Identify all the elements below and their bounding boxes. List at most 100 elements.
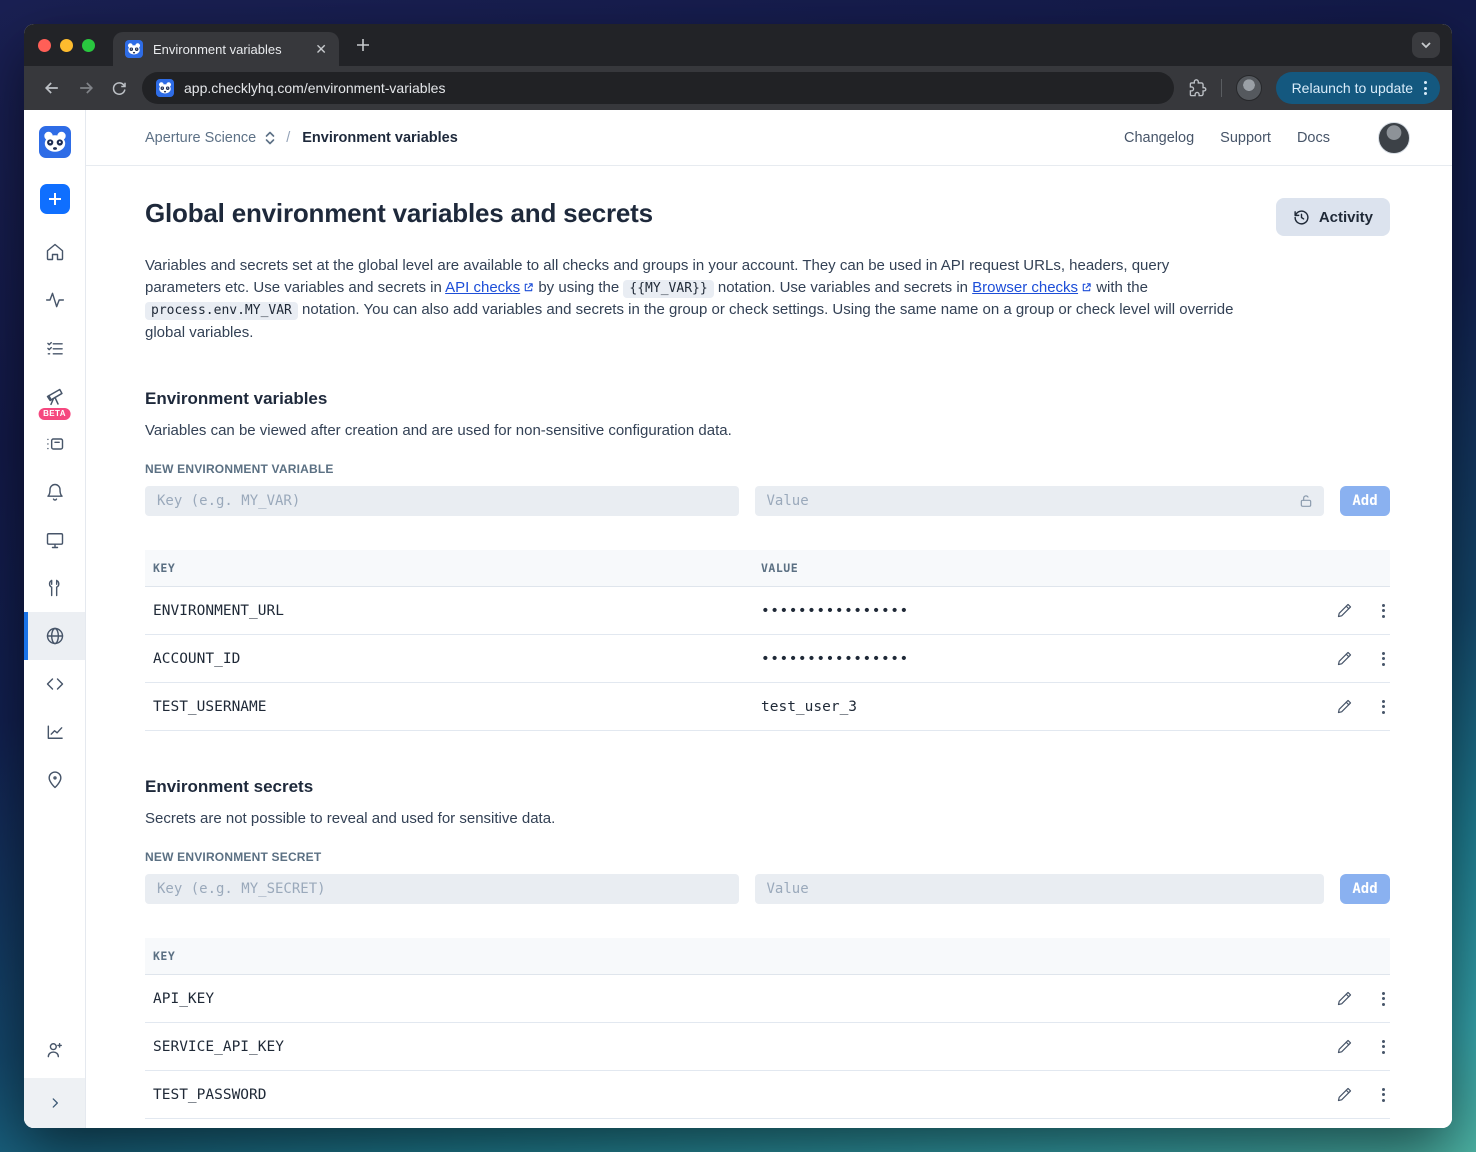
secret-menu-button[interactable] [1377, 1086, 1390, 1104]
pulse-icon [45, 292, 64, 308]
sidebar-item-dashboards[interactable] [24, 516, 85, 564]
variable-key-input[interactable] [145, 486, 739, 516]
create-new-button[interactable] [39, 184, 70, 214]
variables-col-value: VALUE [753, 550, 1300, 587]
invite-user-button[interactable] [24, 1022, 85, 1078]
new-secret-label: NEW ENVIRONMENT SECRET [145, 850, 322, 864]
support-link[interactable]: Support [1220, 130, 1271, 146]
sidebar-item-snippets[interactable] [24, 660, 85, 708]
add-variable-button[interactable]: Add [1340, 486, 1390, 516]
tab-close-icon[interactable]: ✕ [315, 42, 327, 56]
chart-icon [47, 725, 63, 739]
variables-table: KEY VALUE ENVIRONMENT_URL ••••••••••••••… [145, 550, 1390, 731]
browser-profile-avatar[interactable] [1235, 75, 1262, 101]
pencil-icon [1337, 1087, 1352, 1102]
add-secret-button[interactable]: Add [1340, 874, 1390, 904]
account-switcher[interactable]: Aperture Science [145, 130, 256, 146]
sidebar-item-checks[interactable] [24, 324, 85, 372]
secret-menu-button[interactable] [1377, 1038, 1390, 1056]
variable-menu-button[interactable] [1377, 650, 1390, 668]
kebab-icon [1379, 699, 1388, 714]
tab-strip: Environment variables ✕ [24, 24, 1452, 66]
pencil-icon [1337, 699, 1352, 714]
kebab-icon [1379, 991, 1388, 1006]
close-window-button[interactable] [38, 38, 51, 52]
activity-label: Activity [1318, 208, 1373, 226]
secret-menu-button[interactable] [1377, 990, 1390, 1008]
url-text: app.checklyhq.com/environment-variables [184, 80, 446, 96]
secrets-table: KEY API_KEY SERVICE_API_KEY TEST_PASSWOR… [145, 938, 1390, 1119]
sidebar-item-home[interactable] [24, 228, 85, 276]
edit-variable-button[interactable] [1334, 648, 1355, 669]
new-variable-label: NEW ENVIRONMENT VARIABLE [145, 462, 334, 476]
browser-checks-link[interactable]: Browser checks [972, 279, 1078, 296]
secret-value-input[interactable] [754, 874, 1324, 904]
home-icon [46, 243, 63, 261]
checkly-logo[interactable] [39, 126, 71, 158]
activity-button[interactable]: Activity [1275, 198, 1390, 236]
api-checks-link[interactable]: API checks [445, 279, 520, 296]
edit-secret-button[interactable] [1334, 1036, 1355, 1057]
browser-tab[interactable]: Environment variables ✕ [113, 32, 339, 66]
back-button[interactable] [42, 78, 62, 98]
code-my-var: {{MY_VAR}} [623, 279, 714, 298]
table-row: TEST_USERNAME test_user_3 [145, 682, 1390, 731]
map-pin-icon [47, 771, 62, 789]
list-box-icon [46, 438, 63, 450]
pencil-icon [1337, 651, 1352, 666]
intro-paragraph: Variables and secrets set at the global … [145, 257, 1234, 341]
sidebar-item-private-locations[interactable] [24, 756, 85, 804]
traffic-lights[interactable] [38, 38, 95, 52]
lock-open-icon[interactable] [1298, 493, 1314, 509]
variables-col-key: KEY [145, 550, 753, 587]
external-link-icon [523, 282, 534, 293]
edit-secret-button[interactable] [1334, 1084, 1355, 1105]
sidebar-item-monitoring[interactable] [24, 276, 85, 324]
checkly-favicon [125, 40, 143, 58]
docs-link[interactable]: Docs [1297, 130, 1330, 146]
reload-button[interactable] [110, 79, 128, 97]
variable-value-masked: •••••••••••••••• [753, 634, 1300, 683]
new-tab-button[interactable] [355, 37, 371, 53]
breadcrumb-separator: / [286, 129, 291, 146]
edit-secret-button[interactable] [1334, 988, 1355, 1009]
minimize-window-button[interactable] [60, 38, 73, 52]
secret-key: SERVICE_API_KEY [145, 1022, 1300, 1071]
sidebar-item-environment-variables[interactable] [24, 612, 85, 660]
variable-menu-button[interactable] [1377, 698, 1390, 716]
sidebar-item-alerts[interactable] [24, 468, 85, 516]
variable-value: test_user_3 [753, 682, 1300, 731]
url-bar[interactable]: app.checklyhq.com/environment-variables [142, 72, 1174, 104]
variable-key: TEST_USERNAME [145, 682, 753, 731]
browser-menu-icon[interactable] [1421, 81, 1430, 95]
sidebar-item-test-sessions[interactable] [24, 420, 85, 468]
variables-description: Variables can be viewed after creation a… [145, 422, 732, 439]
relaunch-label: Relaunch to update [1291, 80, 1413, 96]
monitor-icon [46, 533, 63, 549]
app-header: Aperture Science / Environment variables… [86, 110, 1452, 166]
variable-value-masked: •••••••••••••••• [753, 586, 1300, 635]
variable-key: ACCOUNT_ID [145, 634, 753, 683]
user-avatar[interactable] [1378, 121, 1410, 154]
variables-heading: Environment variables [145, 389, 328, 408]
forward-button[interactable] [76, 78, 96, 98]
account-switcher-caret-icon[interactable] [264, 131, 276, 145]
url-favicon [156, 79, 174, 97]
zoom-window-button[interactable] [82, 38, 95, 52]
secret-key-input[interactable] [145, 874, 739, 904]
edit-variable-button[interactable] [1334, 600, 1355, 621]
sidebar-item-maintenance[interactable] [24, 564, 85, 612]
sidebar-item-analytics[interactable] [24, 708, 85, 756]
sidebar-collapse-toggle[interactable] [24, 1078, 85, 1128]
relaunch-to-update-button[interactable]: Relaunch to update [1275, 72, 1440, 104]
kebab-icon [1379, 603, 1388, 618]
variable-value-input[interactable] [754, 486, 1324, 516]
sidebar: BETA [24, 110, 86, 1128]
extensions-icon[interactable] [1188, 78, 1207, 98]
secrets-description: Secrets are not possible to reveal and u… [145, 810, 556, 827]
variable-menu-button[interactable] [1377, 602, 1390, 620]
sidebar-item-explore[interactable]: BETA [24, 372, 85, 420]
changelog-link[interactable]: Changelog [1124, 130, 1194, 146]
tab-search-button[interactable] [1412, 32, 1440, 58]
edit-variable-button[interactable] [1334, 696, 1355, 717]
